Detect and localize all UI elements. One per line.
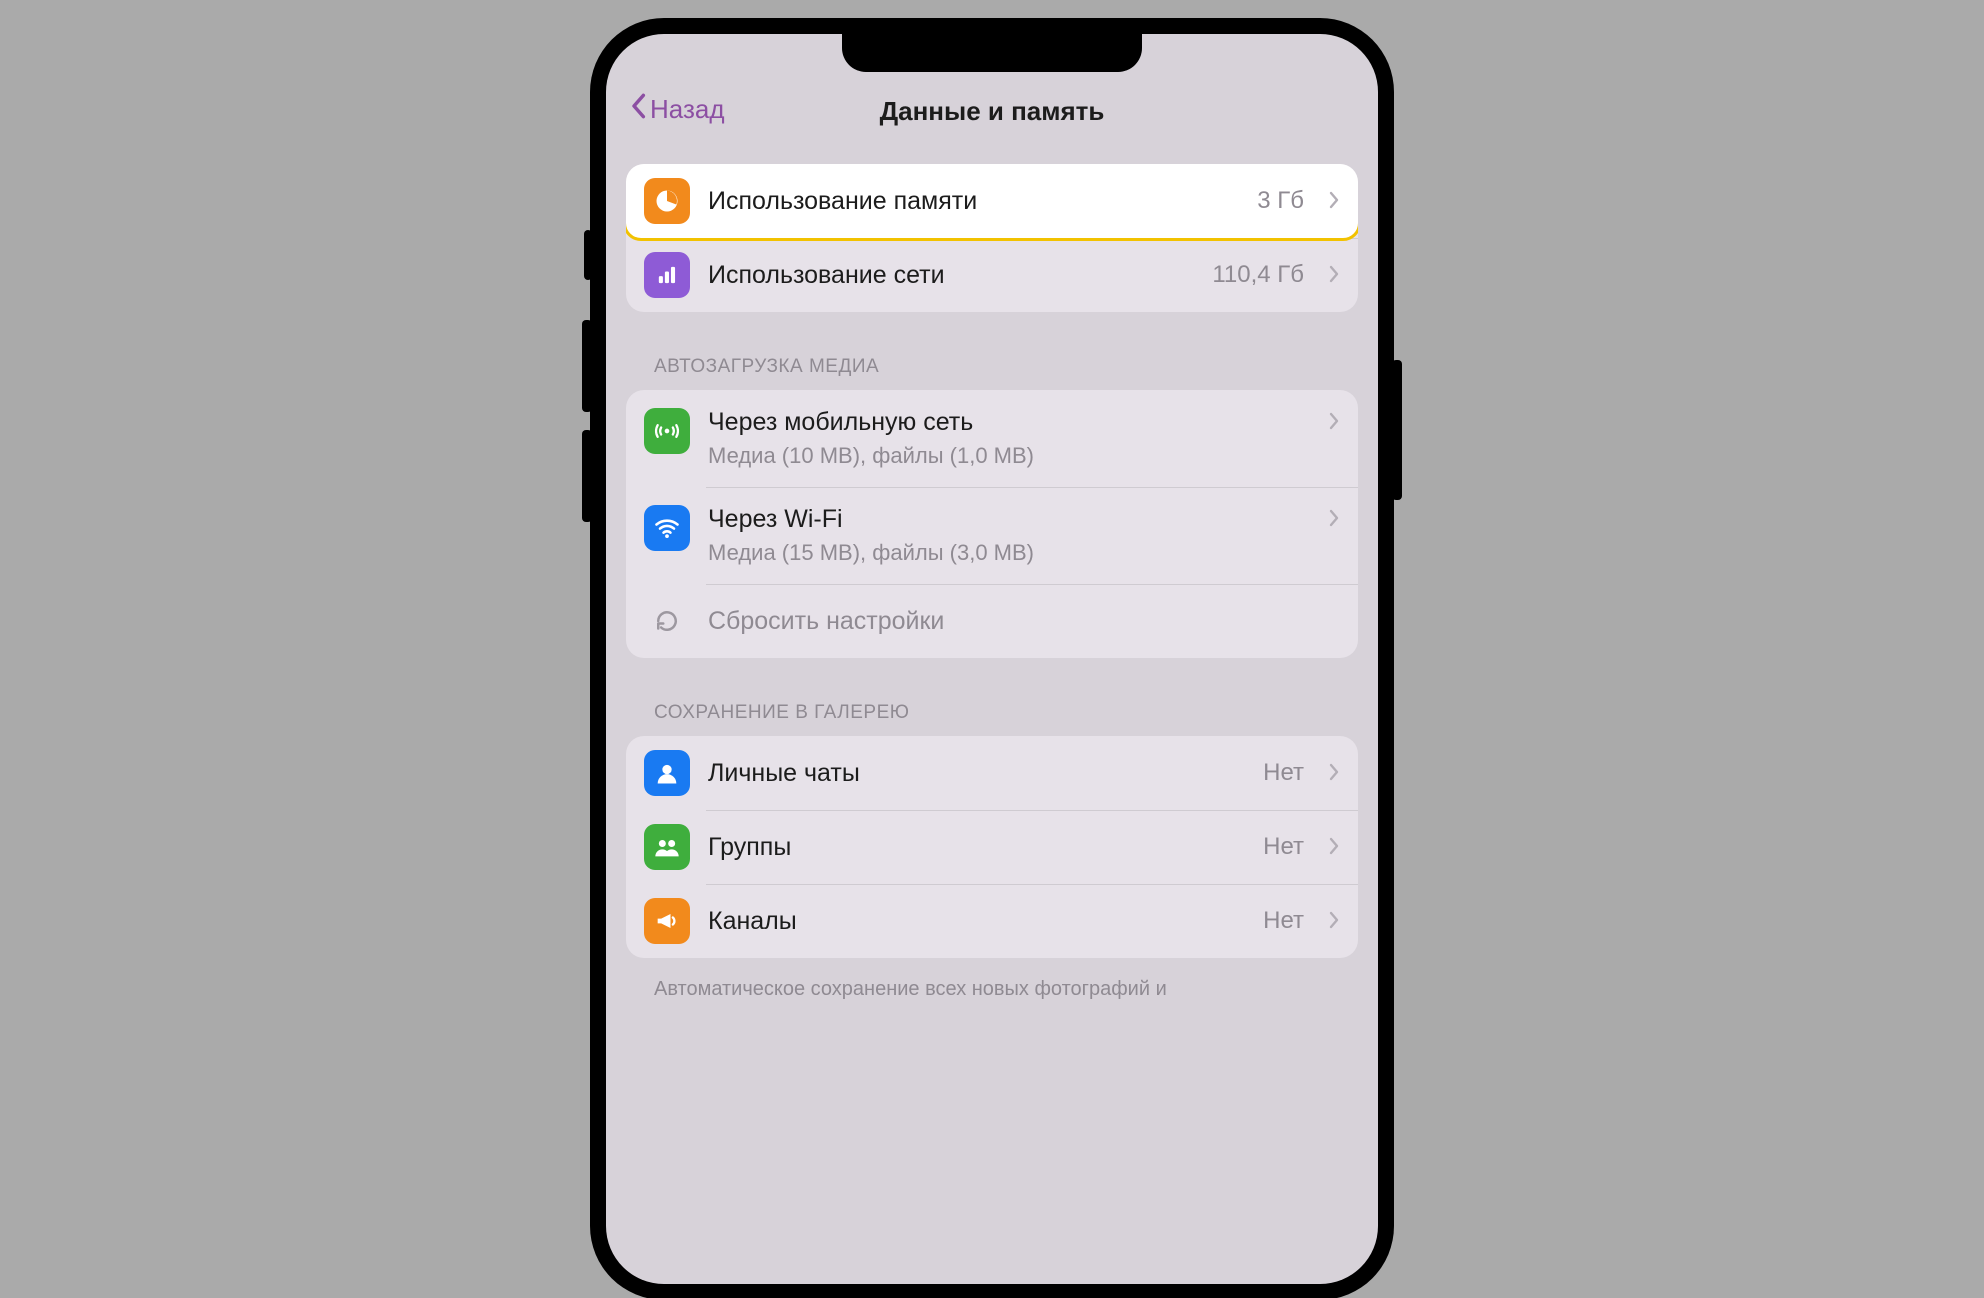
group-icon — [644, 824, 690, 870]
save-channels-value: Нет — [1263, 907, 1304, 935]
pie-chart-icon — [644, 178, 690, 224]
save-groups-label: Группы — [708, 833, 1245, 862]
save-channels-row[interactable]: Каналы Нет — [626, 884, 1358, 958]
network-usage-value: 110,4 Гб — [1212, 261, 1304, 289]
autoload-cellular-sub: Медиа (10 MB), файлы (1,0 MB) — [708, 443, 1034, 469]
wifi-icon — [644, 505, 690, 551]
back-label: Назад — [650, 94, 725, 125]
reset-autoload-row[interactable]: Сбросить настройки — [626, 584, 1358, 658]
person-icon — [644, 750, 690, 796]
bar-chart-icon — [644, 252, 690, 298]
network-usage-row[interactable]: Использование сети 110,4 Гб — [626, 238, 1358, 312]
save-group: Личные чаты Нет Группы Нет — [626, 736, 1358, 958]
autoload-cellular-label: Через мобильную сеть — [708, 408, 1034, 437]
autoload-wifi-label: Через Wi-Fi — [708, 505, 1034, 534]
save-private-label: Личные чаты — [708, 759, 1245, 788]
chevron-right-icon — [1328, 759, 1340, 787]
chevron-right-icon — [1328, 408, 1340, 436]
autoload-wifi-row[interactable]: Через Wi-Fi Медиа (15 MB), файлы (3,0 MB… — [626, 487, 1358, 584]
page-title: Данные и память — [880, 96, 1105, 127]
chevron-left-icon — [630, 92, 646, 126]
network-usage-label: Использование сети — [708, 261, 1194, 290]
mute-switch — [584, 230, 592, 280]
save-private-value: Нет — [1263, 759, 1304, 787]
megaphone-icon — [644, 898, 690, 944]
autoload-header: АВТОЗАГРУЗКА МЕДИА — [626, 356, 1358, 390]
chevron-right-icon — [1328, 833, 1340, 861]
screen: Назад Данные и память Использование памя… — [606, 34, 1378, 1284]
chevron-right-icon — [1328, 261, 1340, 289]
chevron-right-icon — [1328, 187, 1340, 215]
autoload-wifi-sub: Медиа (15 MB), файлы (3,0 MB) — [708, 540, 1034, 566]
save-groups-value: Нет — [1263, 833, 1304, 861]
storage-usage-row[interactable]: Использование памяти 3 Гб — [626, 164, 1358, 241]
phone-frame: Назад Данные и память Использование памя… — [592, 20, 1392, 1298]
back-button[interactable]: Назад — [630, 92, 725, 126]
chevron-right-icon — [1328, 505, 1340, 533]
autoload-group: Через мобильную сеть Медиа (10 MB), файл… — [626, 390, 1358, 658]
autoload-cellular-row[interactable]: Через мобильную сеть Медиа (10 MB), файл… — [626, 390, 1358, 487]
notch — [842, 34, 1142, 72]
reset-icon — [644, 598, 690, 644]
save-groups-row[interactable]: Группы Нет — [626, 810, 1358, 884]
save-footer-note: Автоматическое сохранение всех новых фот… — [626, 966, 1358, 1003]
storage-usage-label: Использование памяти — [708, 187, 1239, 216]
reset-autoload-label: Сбросить настройки — [708, 607, 1340, 636]
volume-up-button — [582, 320, 592, 412]
save-header: СОХРАНЕНИЕ В ГАЛЕРЕЮ — [626, 702, 1358, 736]
usage-group: Использование памяти 3 Гб Использование … — [626, 164, 1358, 312]
save-channels-label: Каналы — [708, 907, 1245, 936]
chevron-right-icon — [1328, 907, 1340, 935]
storage-usage-value: 3 Гб — [1257, 187, 1304, 215]
power-button — [1392, 360, 1402, 500]
antenna-icon — [644, 408, 690, 454]
volume-down-button — [582, 430, 592, 522]
save-private-row[interactable]: Личные чаты Нет — [626, 736, 1358, 810]
